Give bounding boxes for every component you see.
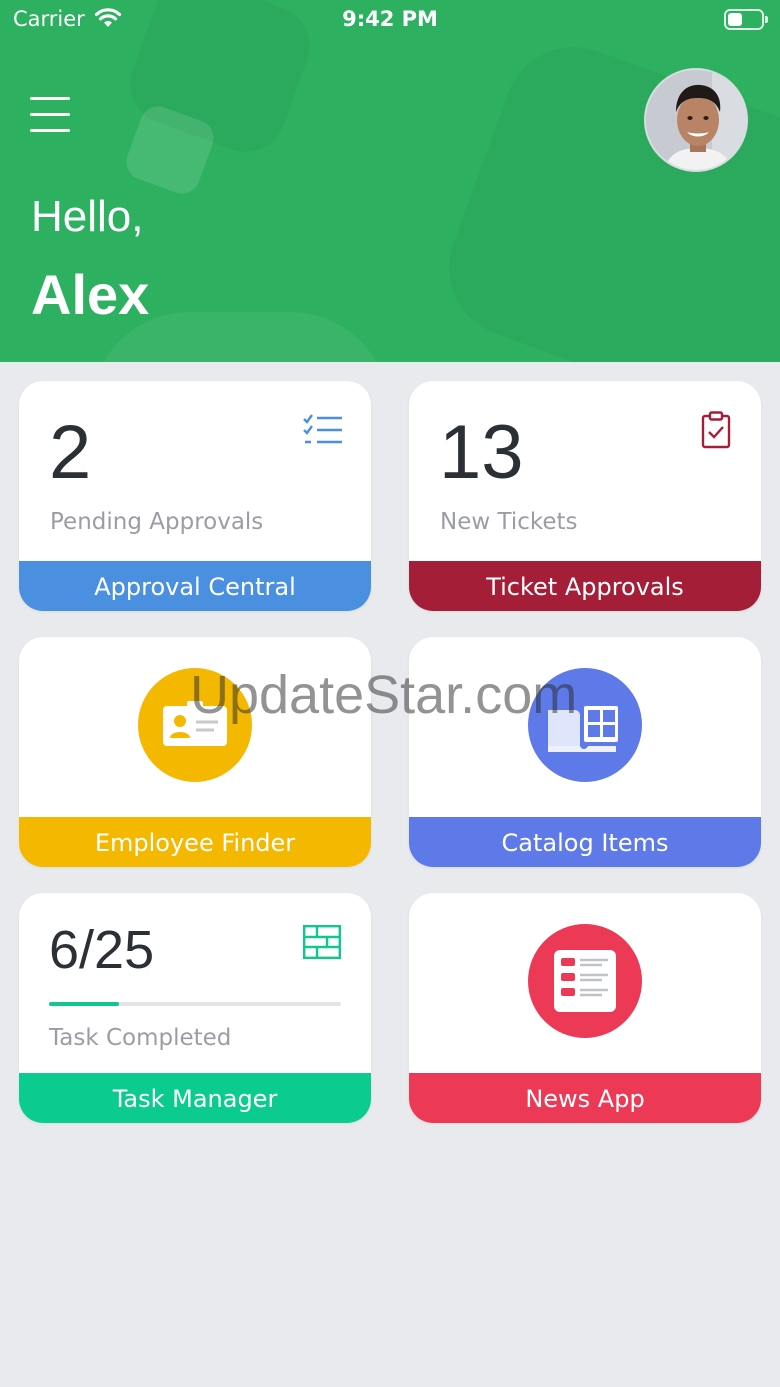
news-list-icon [528, 924, 642, 1038]
catalog-items-button[interactable]: Catalog Items [409, 817, 761, 867]
new-tickets-count: 13 [439, 410, 524, 495]
ticket-approvals-card[interactable]: 13 New Tickets Ticket Approvals [409, 381, 761, 611]
catalog-items-card[interactable]: Catalog Items [409, 637, 761, 867]
approval-central-card[interactable]: 2 Pending Approvals Approval Central [19, 381, 371, 611]
employee-finder-button[interactable]: Employee Finder [19, 817, 371, 867]
news-app-card[interactable]: News App [409, 893, 761, 1123]
approval-central-button[interactable]: Approval Central [19, 561, 371, 611]
greeting-text: Hello, [31, 192, 144, 241]
battery-icon [724, 9, 768, 30]
employee-finder-card[interactable]: Employee Finder [19, 637, 371, 867]
hamburger-menu-icon[interactable] [30, 97, 70, 132]
task-progress-bar [49, 1002, 341, 1006]
clipboard-check-icon [701, 411, 731, 453]
table-grid-icon [303, 925, 341, 963]
news-app-button[interactable]: News App [409, 1073, 761, 1123]
user-name: Alex [31, 263, 150, 326]
header-banner: Carrier 9:42 PM Hello, Alex [0, 0, 780, 362]
task-manager-card[interactable]: 6/25 Task Completed Task Manager [19, 893, 371, 1123]
catalog-book-icon [528, 668, 642, 782]
checklist-icon [303, 413, 343, 451]
status-bar: Carrier 9:42 PM [0, 0, 780, 40]
new-tickets-label: New Tickets [440, 509, 578, 535]
id-card-icon [138, 668, 252, 782]
clock-time: 9:42 PM [342, 7, 438, 31]
task-manager-button[interactable]: Task Manager [19, 1073, 371, 1123]
task-ratio: 6/25 [49, 920, 155, 980]
ticket-approvals-button[interactable]: Ticket Approvals [409, 561, 761, 611]
pending-approvals-count: 2 [49, 410, 92, 495]
task-completed-label: Task Completed [49, 1025, 232, 1051]
pending-approvals-label: Pending Approvals [50, 509, 264, 535]
avatar[interactable] [644, 68, 748, 172]
